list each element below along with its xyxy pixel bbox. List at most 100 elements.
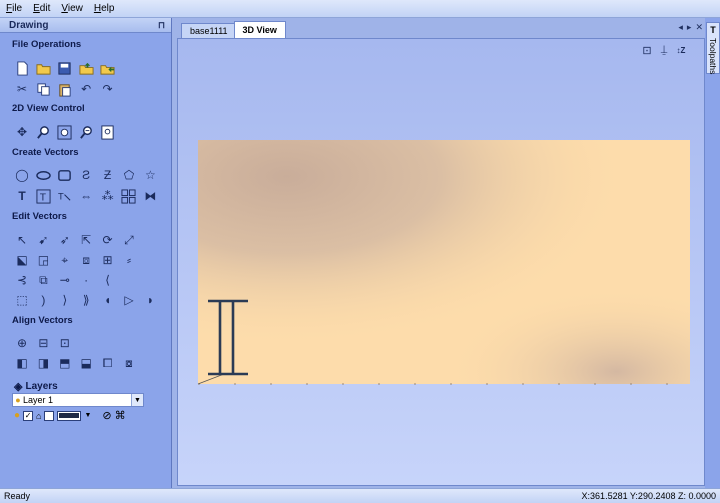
interactive-transform-icon[interactable]: ➶ [55,230,75,250]
ungroup-icon[interactable]: ⌖ [55,250,75,270]
create-vectors-row-2: T T T ⇔ ⁂ ⧓ [12,186,162,206]
node-edit-icon[interactable]: ➹ [33,230,53,250]
fillet-icon[interactable]: · [76,270,96,290]
menu-edit[interactable]: Edit [33,3,50,14]
drawing-panel: Drawing ⊓ File Operations ✂ ↶ ↷ 2D View … [0,18,172,488]
weld-icon[interactable]: ⊞ [98,250,118,270]
circle-icon[interactable]: ◯ [12,165,32,185]
curve-fit-icon[interactable]: ⟫ [76,290,96,310]
page-view-icon[interactable] [98,122,118,142]
3d-view[interactable]: ⊡ ⍊ ↕Z [177,38,705,486]
tab-controls: ◂ ▸ ✕ [678,22,703,33]
group-icon[interactable]: ◲ [33,250,53,270]
align-top-icon[interactable]: ⬒ [55,353,75,373]
join-icon[interactable]: ⧈ [76,250,96,270]
mirror-icon[interactable]: ⤢ [119,230,139,250]
chevron-down-icon[interactable]: ▼ [131,394,143,406]
clip-icon[interactable]: ◗ [140,290,160,310]
align-bottom-icon[interactable]: ⬓ [76,353,96,373]
bezier-icon[interactable]: ▷ [119,290,139,310]
undo-icon[interactable]: ↶ [76,79,96,99]
layer-color-picker[interactable] [57,410,82,421]
menu-view[interactable]: View [61,3,83,14]
distribute-horizontal-icon[interactable]: ⧠ [98,353,118,373]
tab-base1111[interactable]: base1111 [181,23,237,38]
layer-lock-checkbox[interactable] [44,410,55,421]
rotate-icon[interactable]: ⟳ [98,230,118,250]
close-vector-icon[interactable]: ⟩ [55,290,75,310]
arc-icon[interactable]: ◖ [98,290,118,310]
text-on-curve-icon[interactable]: T [55,186,75,206]
menu-bar: File Edit View Help [0,0,720,18]
toolpaths-tab[interactable]: T Toolpaths [706,22,720,74]
paste-icon[interactable] [55,79,75,99]
move-icon[interactable]: ⇱ [76,230,96,250]
edit-vectors-row-1: ↖ ➹ ➶ ⇱ ⟳ ⤢ [12,230,140,250]
pin-icon[interactable]: ⊓ [158,20,165,31]
menu-help[interactable]: Help [94,3,115,14]
redo-icon[interactable]: ↷ [98,79,118,99]
new-file-icon[interactable] [12,58,32,78]
align-center-icon[interactable]: ⊕ [12,333,32,353]
view-toolbar: ⊡ ⍊ ↕Z [640,43,688,57]
smooth-icon[interactable]: ) [33,290,53,310]
copy-icon[interactable] [33,79,53,99]
trim-icon[interactable]: ⸗ [119,250,139,270]
layer-settings-icon[interactable]: ⌘ [115,409,126,422]
cut-icon[interactable]: ✂ [12,79,32,99]
tab-scroll-right-icon[interactable]: ▸ [687,22,692,33]
distribute-vertical-icon[interactable]: ⧇ [119,353,139,373]
tab-scroll-left-icon[interactable]: ◂ [678,22,683,33]
align-right-icon[interactable]: ◨ [33,353,53,373]
polyline-icon[interactable]: Ƨ [76,165,96,185]
extend-icon[interactable]: ⟨ [98,270,118,290]
3d-scene[interactable] [194,136,694,388]
polygon-icon[interactable]: ⬠ [119,165,139,185]
top-view-icon[interactable]: ↕Z [674,43,688,57]
array-copy-icon[interactable]: ⁂ [98,186,118,206]
intersect-icon[interactable]: ⊸ [55,270,75,290]
lock-icon[interactable]: ⌂ [36,411,41,421]
close-icon[interactable]: ✕ [695,22,703,33]
layer-visible-checkbox[interactable]: ✓ [23,410,34,421]
merge-icon[interactable]: ⊰ [12,270,32,290]
align-horizontal-center-icon[interactable]: ⊟ [33,333,53,353]
trace-bitmap-icon[interactable]: ⧓ [140,186,160,206]
text-box-icon[interactable]: T [33,186,53,206]
nesting-icon[interactable] [119,186,139,206]
open-folder-icon[interactable] [33,58,53,78]
scale-icon[interactable]: ⬕ [12,250,32,270]
menu-file[interactable]: File [6,3,22,14]
export-folder-icon[interactable] [98,58,118,78]
pan-icon[interactable]: ✥ [12,122,32,142]
subtract-icon[interactable]: ⧉ [33,270,53,290]
align-left-icon[interactable]: ◧ [12,353,32,373]
iso-view-icon[interactable]: ⍊ [657,43,671,57]
layer-visible-icon[interactable]: ● [14,410,20,421]
offset-icon[interactable]: ⬚ [12,290,32,310]
align-vertical-center-icon[interactable]: ⊡ [55,333,75,353]
rectangle-icon[interactable] [55,165,75,185]
document-tabs: base1111 3D View ◂ ▸ ✕ [173,20,705,38]
star-icon[interactable]: ☆ [140,165,160,185]
layer-manager-icon[interactable]: ⊘ [102,409,111,422]
zoom-fit-icon[interactable]: ⊡ [640,43,654,57]
zoom-extents-icon[interactable] [55,122,75,142]
text-icon[interactable]: T [12,186,32,206]
select-icon[interactable]: ↖ [12,230,32,250]
save-icon[interactable] [55,58,75,78]
align-vectors-row-1: ⊕ ⊟ ⊡ [12,333,76,353]
zoom-icon[interactable] [33,122,53,142]
import-folder-icon[interactable] [76,58,96,78]
chevron-down-icon[interactable]: ▼ [84,412,91,419]
tab-3d-view[interactable]: 3D View [233,21,286,38]
section-edit-vectors: Edit Vectors [12,211,67,222]
cursor-coordinates: X:361.5281 Y:290.2408 Z: 0.0000 [581,491,716,501]
layer-dropdown[interactable]: ● Layer 1 ▼ [12,393,144,407]
spline-icon[interactable]: Ƶ [98,165,118,185]
zoom-previous-icon[interactable] [76,122,96,142]
panel-title: Drawing [9,19,49,31]
layer-controls: ● ✓ ⌂ ▼ ⊘ ⌘ [14,409,126,422]
ellipse-icon[interactable] [33,165,53,185]
dimension-icon[interactable]: ⇔ [76,186,96,206]
